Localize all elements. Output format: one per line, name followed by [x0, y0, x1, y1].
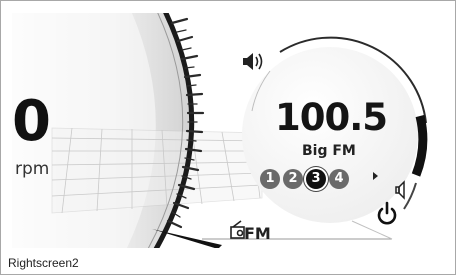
instrument-display: 0 rpm 100.5 Big FM 1 2 3 4 FM [12, 13, 447, 248]
preset-button-1[interactable]: 1 [260, 169, 280, 189]
speed-unit-label: rpm [15, 159, 50, 179]
preset-button-4[interactable]: 4 [329, 169, 349, 189]
speed-value: 0 [12, 89, 51, 154]
radio-icon [230, 220, 245, 239]
figure-caption: Rightscreen2 [8, 256, 79, 270]
radio-frequency: 100.5 [275, 96, 388, 139]
preset-button-3-selected[interactable]: 3 [306, 169, 326, 189]
source-label[interactable]: FM [244, 224, 271, 243]
station-name: Big FM [302, 143, 356, 159]
grid-floor [51, 127, 263, 214]
figure-frame: 0 rpm 100.5 Big FM 1 2 3 4 FM Rightscree… [0, 0, 456, 275]
preset-button-2[interactable]: 2 [283, 169, 303, 189]
speaker-loud-icon [243, 53, 263, 70]
